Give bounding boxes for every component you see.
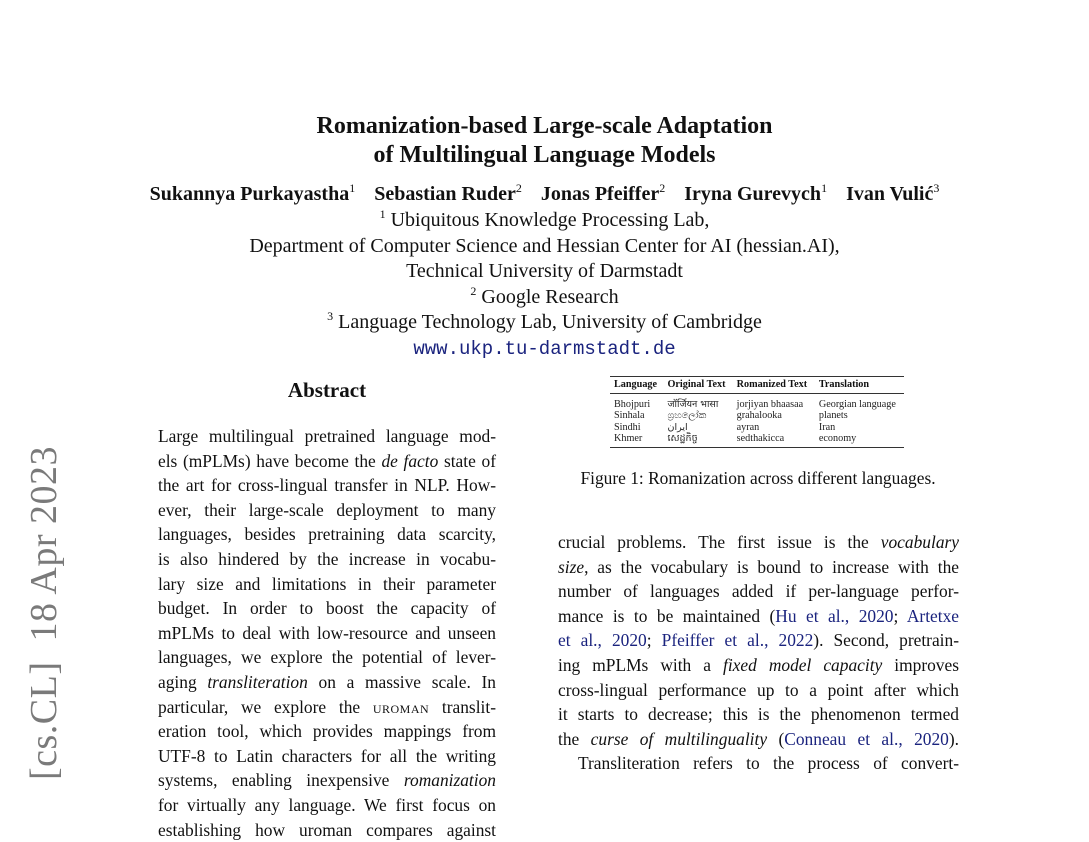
affiliation-1-line-1: 1 Ubiquitous Knowledge Processing Lab, xyxy=(0,208,1089,234)
author: Jonas Pfeiffer2 xyxy=(541,181,665,207)
arxiv-date: 18 Apr 2023 xyxy=(23,446,65,642)
arxiv-category: [cs.CL] xyxy=(23,661,65,780)
translation-cell: Georgian language xyxy=(815,393,904,410)
table-row: Khmer សេដ្ឋកិច្ច sedthakicca economy xyxy=(610,433,904,447)
body-line: it starts to decrease; this is the pheno… xyxy=(558,702,959,727)
affiliation-2: 2 Google Research xyxy=(0,285,1089,311)
abstract-line: systems, enabling inexpensive romanizati… xyxy=(158,768,496,793)
abstract-line: ever, their large-scale deployment to ma… xyxy=(158,498,496,523)
author: Sukannya Purkayastha1 xyxy=(150,181,356,207)
body-line: Transliteration refers to the process of… xyxy=(558,751,959,776)
abstract-line: languages, besides pretraining data scar… xyxy=(158,522,496,547)
romanized-text-cell: jorjiyan bhaasaa xyxy=(733,393,815,410)
language-cell: Sinhala xyxy=(610,410,663,422)
romanized-text-cell: sedthakicca xyxy=(733,433,815,447)
title-line-2: of Multilingual Language Models xyxy=(0,141,1089,170)
introduction-body: crucial problems. The first issue is the… xyxy=(558,530,959,776)
paper-title: Romanization-based Large-scale Adaptatio… xyxy=(0,112,1089,170)
original-text-cell: ග්‍රහලෝක xyxy=(663,410,732,422)
translation-cell: Iran xyxy=(815,422,904,434)
abstract-line: aging transliteration on a massive scale… xyxy=(158,670,496,695)
figure-caption: Figure 1: Romanization across different … xyxy=(558,467,958,489)
table-header-row: Language Original Text Romanized Text Tr… xyxy=(610,377,904,394)
affiliation-3: 3 Language Technology Lab, University of… xyxy=(0,310,1089,336)
abstract-line: eration tool, which provides mappings fr… xyxy=(158,719,496,744)
body-line: ing mPLMs with a fixed model capacity im… xyxy=(558,653,959,678)
translation-cell: planets xyxy=(815,410,904,422)
author-list: Sukannya Purkayastha1 Sebastian Ruder2 J… xyxy=(0,181,1089,207)
column-header-original-text: Original Text xyxy=(663,377,732,394)
language-cell: Khmer xyxy=(610,433,663,447)
abstract-line: establishing how uroman compares against xyxy=(158,818,496,842)
citation-link[interactable]: et al., 2020 xyxy=(558,630,647,650)
body-line: crucial problems. The first issue is the… xyxy=(558,530,959,555)
column-header-language: Language xyxy=(610,377,663,394)
author: Iryna Gurevych1 xyxy=(684,181,827,207)
language-cell: Sindhi xyxy=(610,422,663,434)
column-header-translation: Translation xyxy=(815,377,904,394)
table-row: Sindhi ايران ayran Iran xyxy=(610,422,904,434)
original-text-cell: សេដ្ឋកិច្ច xyxy=(663,433,732,447)
citation-link[interactable]: Hu et al., 2020 xyxy=(775,606,893,626)
affiliations: 1 Ubiquitous Knowledge Processing Lab, D… xyxy=(0,208,1089,362)
abstract-line: els (mPLMs) have become the de facto sta… xyxy=(158,449,496,474)
abstract-heading: Abstract xyxy=(158,377,496,403)
abstract-line: the art for cross-lingual transfer in NL… xyxy=(158,473,496,498)
abstract-line: budget. In order to boost the capacity o… xyxy=(158,596,496,621)
body-line: size, as the vocabulary is bound to incr… xyxy=(558,555,959,580)
affiliation-1-line-3: Technical University of Darmstadt xyxy=(0,259,1089,285)
table-row: Bhojpuri जॉर्जियन भासा jorjiyan bhaasaa … xyxy=(610,393,904,410)
title-line-1: Romanization-based Large-scale Adaptatio… xyxy=(0,112,1089,141)
original-text-cell: ايران xyxy=(663,422,732,434)
abstract-line: lary size and limitations in their param… xyxy=(158,572,496,597)
romanization-table: Language Original Text Romanized Text Tr… xyxy=(610,376,904,448)
body-line: mance is to be maintained (Hu et al., 20… xyxy=(558,604,959,629)
abstract-line: UTF-8 to Latin characters for all the wr… xyxy=(158,744,496,769)
abstract-line: languages, we explore the potential of l… xyxy=(158,645,496,670)
citation-link[interactable]: Pfeiffer et al., 2022 xyxy=(662,630,814,650)
abstract-body: Large multilingual pretrained language m… xyxy=(158,424,496,842)
romanized-text-cell: grahalooka xyxy=(733,410,815,422)
citation-link[interactable]: Conneau et al., 2020 xyxy=(784,729,949,749)
translation-cell: economy xyxy=(815,433,904,447)
body-line: cross-lingual performance up to a point … xyxy=(558,678,959,703)
abstract-line: particular, we explore the uroman transl… xyxy=(158,695,496,720)
language-cell: Bhojpuri xyxy=(610,393,663,410)
column-header-romanized-text: Romanized Text xyxy=(733,377,815,394)
author: Ivan Vulić3 xyxy=(846,181,939,207)
abstract-line: Large multilingual pretrained language m… xyxy=(158,424,496,449)
body-line: number of languages added if per-languag… xyxy=(558,579,959,604)
table-row: Sinhala ග්‍රහලෝක grahalooka planets xyxy=(610,410,904,422)
abstract-line: mPLMs to deal with low-resource and unse… xyxy=(158,621,496,646)
citation-link[interactable]: Artetxe xyxy=(907,606,959,626)
romanized-text-cell: ayran xyxy=(733,422,815,434)
body-line: the curse of multilinguality (Conneau et… xyxy=(558,727,959,752)
original-text-cell: जॉर्जियन भासा xyxy=(663,393,732,410)
lab-url-link[interactable]: www.ukp.tu-darmstadt.de xyxy=(413,338,675,360)
body-line: et al., 2020; Pfeiffer et al., 2022). Se… xyxy=(558,628,959,653)
author: Sebastian Ruder2 xyxy=(374,181,522,207)
abstract-line: is also hindered by the increase in voca… xyxy=(158,547,496,572)
affiliation-1-line-2: Department of Computer Science and Hessi… xyxy=(0,234,1089,260)
arxiv-stamp: [cs.CL] 18 Apr 2023 xyxy=(24,446,64,780)
abstract-line: for virtually any language. We first foc… xyxy=(158,793,496,818)
